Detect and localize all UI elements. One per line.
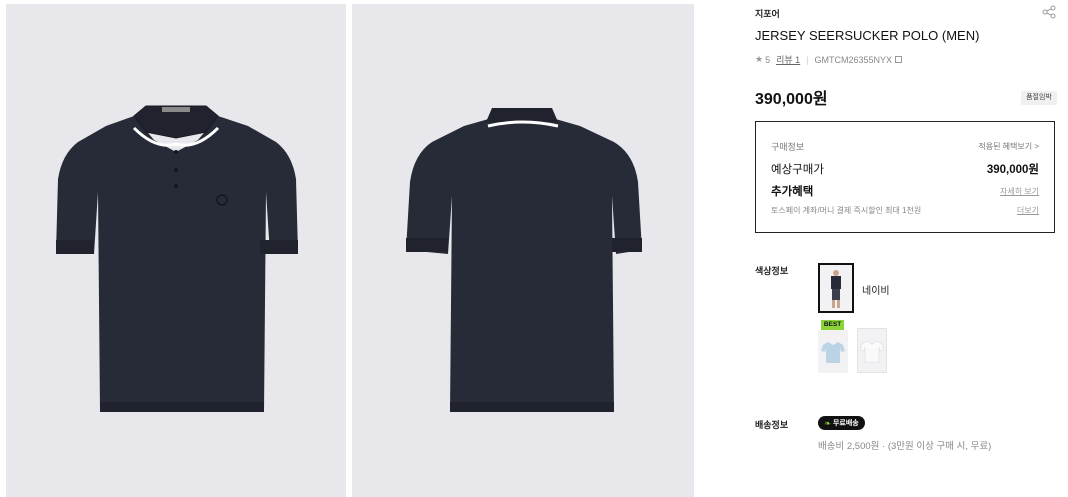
product-image-back[interactable]: [352, 4, 694, 497]
shipping-info-label: 배송정보: [755, 420, 789, 430]
product-price: 390,000원: [755, 91, 828, 108]
expected-price-value: 390,000원: [986, 164, 1039, 176]
free-shipping-badge: ❧ 무료배송: [818, 416, 865, 430]
free-shipping-text: 무료배송: [832, 420, 859, 427]
model-thumbnail: [831, 270, 841, 308]
purchase-info-label: 구매정보: [771, 142, 805, 152]
leaf-icon: ❧: [824, 418, 831, 428]
detail-link[interactable]: 자세히 보기: [1000, 186, 1039, 197]
product-title: JERSEY SEERSUCKER POLO (MEN): [755, 28, 980, 43]
more-link[interactable]: 더보기: [1017, 205, 1039, 216]
polo-front-illustration: [56, 105, 298, 412]
best-badge: BEST: [821, 320, 844, 330]
stock-status-button[interactable]: 품절임박: [1021, 91, 1057, 105]
expected-price-label: 예상구매가: [771, 164, 824, 176]
star-icon: ★: [755, 54, 764, 64]
light-blue-polo-thumbnail: [821, 342, 845, 363]
selected-color-name: 네이비: [862, 286, 890, 297]
shipping-detail: 배송비 2,500원 · (3만원 이상 구매 시, 무료): [818, 441, 992, 452]
purchase-info-box: 구매정보 적용된 혜택보기 > 예상구매가 390,000원 추가혜택 자세히 …: [755, 121, 1055, 233]
white-polo-thumbnail: [859, 340, 885, 363]
color-swatch-navy[interactable]: [818, 263, 854, 313]
product-info-panel: 지포어 JERSEY SEERSUCKER POLO (MEN) ★ 5 리뷰 …: [755, 0, 1057, 497]
polo-back-illustration: [406, 108, 642, 412]
product-image-front[interactable]: [6, 4, 346, 497]
rating-value: 5: [765, 54, 771, 65]
share-icon[interactable]: [1042, 5, 1056, 19]
extra-benefit-label: 추가혜택: [771, 186, 814, 198]
product-code: GMTCM26355NYX: [814, 54, 893, 65]
review-link[interactable]: 리뷰 1: [776, 53, 800, 66]
copy-icon[interactable]: [895, 56, 903, 63]
color-swatch-light-blue[interactable]: [818, 330, 848, 373]
color-info-label: 색상정보: [755, 266, 789, 276]
color-swatch-white[interactable]: [857, 328, 887, 373]
brand-name[interactable]: 지포어: [755, 7, 780, 20]
tosspay-benefit-text: 토스페이 계좌/머니 결제 즉시할인 최대 1천원: [771, 206, 922, 215]
applied-benefits-link[interactable]: 적용된 혜택보기 >: [978, 141, 1039, 152]
product-meta: ★ 5 리뷰 1 | GMTCM26355NYX: [755, 53, 903, 66]
meta-divider: |: [806, 54, 809, 65]
